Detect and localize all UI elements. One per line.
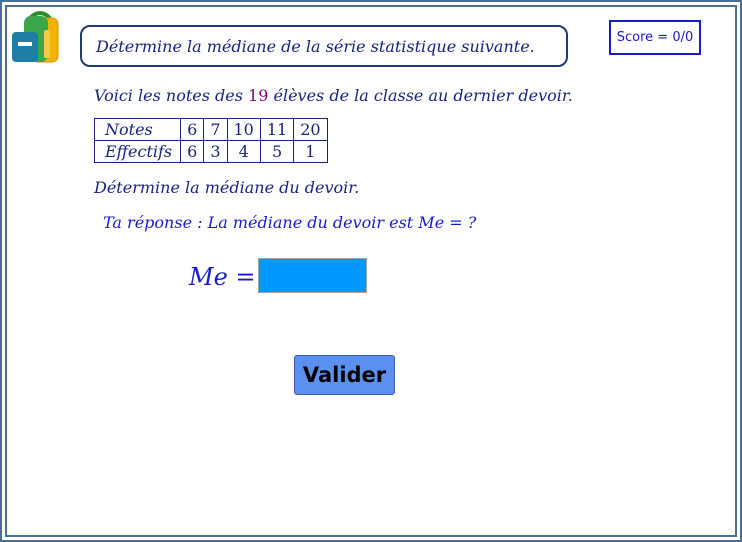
median-input[interactable] — [258, 258, 367, 293]
notes-header: Notes — [93, 118, 182, 141]
grades-table: Notes 6 7 10 11 20 Effectifs 6 3 4 5 1 — [93, 118, 328, 163]
effectif-cell: 4 — [226, 140, 261, 163]
note-cell: 10 — [226, 118, 261, 141]
note-cell: 20 — [293, 118, 328, 141]
effectif-cell: 5 — [259, 140, 295, 163]
answer-prompt: Ta réponse : La médiane du devoir est Me… — [103, 213, 477, 232]
effectif-cell: 1 — [293, 140, 328, 163]
note-cell: 6 — [180, 118, 205, 141]
effectifs-row: Effectifs 6 3 4 5 1 — [93, 140, 328, 163]
note-cell: 11 — [259, 118, 295, 141]
note-cell: 7 — [203, 118, 228, 141]
validate-button[interactable]: Valider — [294, 355, 395, 395]
question-text: Détermine la médiane du devoir. — [94, 178, 360, 197]
notes-row: Notes 6 7 10 11 20 — [93, 118, 328, 141]
effectifs-header: Effectifs — [93, 140, 182, 163]
school-backpack-icon — [12, 11, 59, 63]
inner-frame — [5, 5, 737, 537]
instruction-title: Détermine la médiane de la série statist… — [80, 25, 568, 67]
score-display: Score = 0/0 — [609, 20, 701, 55]
effectif-cell: 6 — [180, 140, 205, 163]
median-label: Me = — [189, 263, 256, 291]
intro-before: Voici les notes des — [94, 86, 249, 105]
student-count: 19 — [248, 86, 269, 105]
effectif-cell: 3 — [203, 140, 228, 163]
intro-after: élèves de la classe au dernier devoir. — [268, 86, 573, 105]
intro-text: Voici les notes des 19 élèves de la clas… — [94, 86, 573, 105]
